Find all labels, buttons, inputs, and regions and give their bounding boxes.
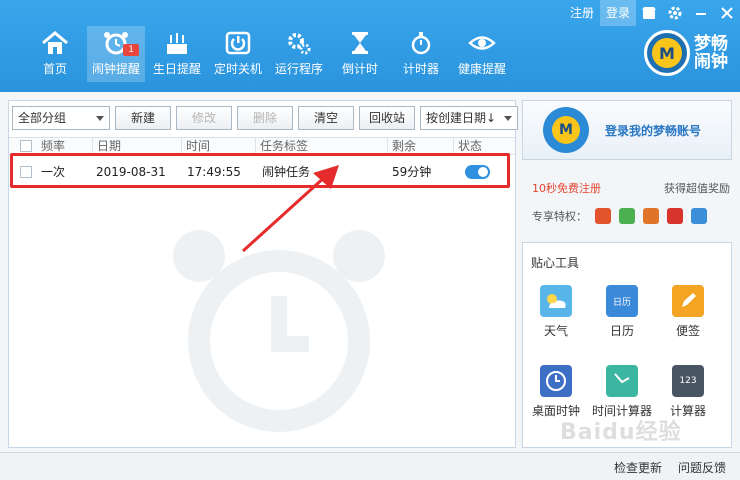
- tool-desk-clock[interactable]: 桌面时钟: [523, 365, 589, 419]
- baidu-watermark: Baidu经验: [560, 420, 682, 445]
- tool-calendar[interactable]: 日历 日历: [589, 285, 655, 339]
- minimize-icon[interactable]: [688, 0, 714, 26]
- logo-mark: M: [644, 30, 690, 76]
- alarm-count-badge: 1: [123, 44, 139, 56]
- alarm-list-panel: 全部分组 新建 修改 删除 清空 回收站 按创建日期↓ 频率 日期 时间 任务标…: [8, 100, 518, 448]
- calculator-icon-text: 123: [679, 376, 697, 386]
- tool-label: 便签: [675, 324, 700, 338]
- note-icon: [672, 285, 704, 317]
- nav-label: 首页: [42, 62, 67, 76]
- annotation-arrow: [241, 165, 339, 253]
- app-logo: M 梦畅 闹钟: [644, 30, 728, 76]
- account-logo-letter: M: [552, 116, 580, 144]
- nav-label: 倒计时: [341, 62, 378, 76]
- check-update-link[interactable]: 检查更新: [614, 459, 662, 476]
- nav-home[interactable]: 首页: [26, 26, 84, 82]
- power-icon: [225, 31, 251, 55]
- login-account-button[interactable]: M 登录我的梦畅账号: [522, 100, 732, 160]
- free-register-link[interactable]: 10秒免费注册: [532, 180, 601, 196]
- tool-label: 天气: [543, 324, 568, 338]
- tool-calculator[interactable]: 123 计算器: [655, 365, 721, 419]
- gift-icon[interactable]: [595, 208, 611, 224]
- promo-row: 10秒免费注册 获得超值奖励: [532, 180, 730, 196]
- nav-alarm[interactable]: 1 闹钟提醒: [87, 26, 145, 82]
- register-link[interactable]: 注册: [564, 0, 600, 26]
- tool-note[interactable]: 便签: [655, 285, 721, 339]
- skin-icon[interactable]: [636, 0, 662, 26]
- calendar-privilege-icon[interactable]: [643, 208, 659, 224]
- stopwatch-icon: [411, 32, 431, 55]
- tool-weather[interactable]: 天气: [523, 285, 589, 339]
- nav-label: 闹钟提醒: [91, 62, 140, 76]
- tool-time-calculator[interactable]: 时间计算器: [589, 365, 655, 419]
- nav-birthday[interactable]: 生日提醒: [148, 26, 206, 82]
- main-nav: 首页 1 闹钟提醒 生日提醒 定时关机 运行程序 倒计时 计时器 健康提醒: [26, 26, 514, 82]
- gears-icon: [288, 33, 311, 55]
- hourglass-icon: [352, 32, 368, 54]
- privileges-row: 专享特权：: [532, 208, 707, 224]
- title-bar: 注册 登录 首页 1 闹钟提醒 生日提醒 定时关机 运行程序 倒计时 计时器 健…: [0, 0, 740, 92]
- home-privilege-icon[interactable]: [691, 208, 707, 224]
- logo-text-line2: 闹钟: [694, 52, 728, 72]
- calendar-icon-text: 日历: [612, 297, 631, 308]
- feedback-link[interactable]: 问题反馈: [678, 459, 726, 476]
- tools-title: 贴心工具: [531, 256, 580, 270]
- reward-link[interactable]: 获得超值奖励: [664, 180, 730, 196]
- nav-run-program[interactable]: 运行程序: [270, 26, 328, 82]
- nav-timer[interactable]: 计时器: [392, 26, 450, 82]
- privileges-label: 专享特权：: [532, 210, 587, 223]
- calendar-icon: 日历: [606, 285, 638, 317]
- nav-label: 运行程序: [274, 62, 323, 76]
- calculator-icon: 123: [672, 365, 704, 397]
- login-link[interactable]: 登录: [599, 0, 636, 26]
- tool-label: 日历: [609, 324, 634, 338]
- top-bar: 注册 登录: [564, 0, 740, 26]
- close-icon[interactable]: [714, 0, 740, 26]
- present-icon[interactable]: [667, 208, 683, 224]
- rocket-icon[interactable]: [619, 208, 635, 224]
- nav-health[interactable]: 健康提醒: [453, 26, 511, 82]
- home-icon: [42, 31, 68, 54]
- eye-icon: [468, 36, 496, 50]
- time-calc-icon: [606, 365, 638, 397]
- login-account-label: 登录我的梦畅账号: [605, 123, 702, 138]
- gear-icon[interactable]: [662, 0, 688, 26]
- cake-icon: [167, 33, 187, 54]
- nav-label: 健康提醒: [457, 62, 506, 76]
- logo-mark-letter: M: [652, 38, 682, 68]
- status-bar: 检查更新 问题反馈: [0, 452, 740, 480]
- account-panel: M 登录我的梦畅账号 10秒免费注册 获得超值奖励 专享特权：: [522, 100, 732, 232]
- weather-icon: [540, 285, 572, 317]
- nav-countdown[interactable]: 倒计时: [331, 26, 389, 82]
- desk-clock-icon: [540, 365, 572, 397]
- nav-label: 定时关机: [213, 62, 262, 76]
- nav-label: 生日提醒: [152, 62, 201, 76]
- account-logo-icon: M: [543, 107, 589, 153]
- nav-shutdown[interactable]: 定时关机: [209, 26, 267, 82]
- nav-label: 计时器: [402, 62, 439, 76]
- logo-text-line1: 梦畅: [694, 34, 728, 54]
